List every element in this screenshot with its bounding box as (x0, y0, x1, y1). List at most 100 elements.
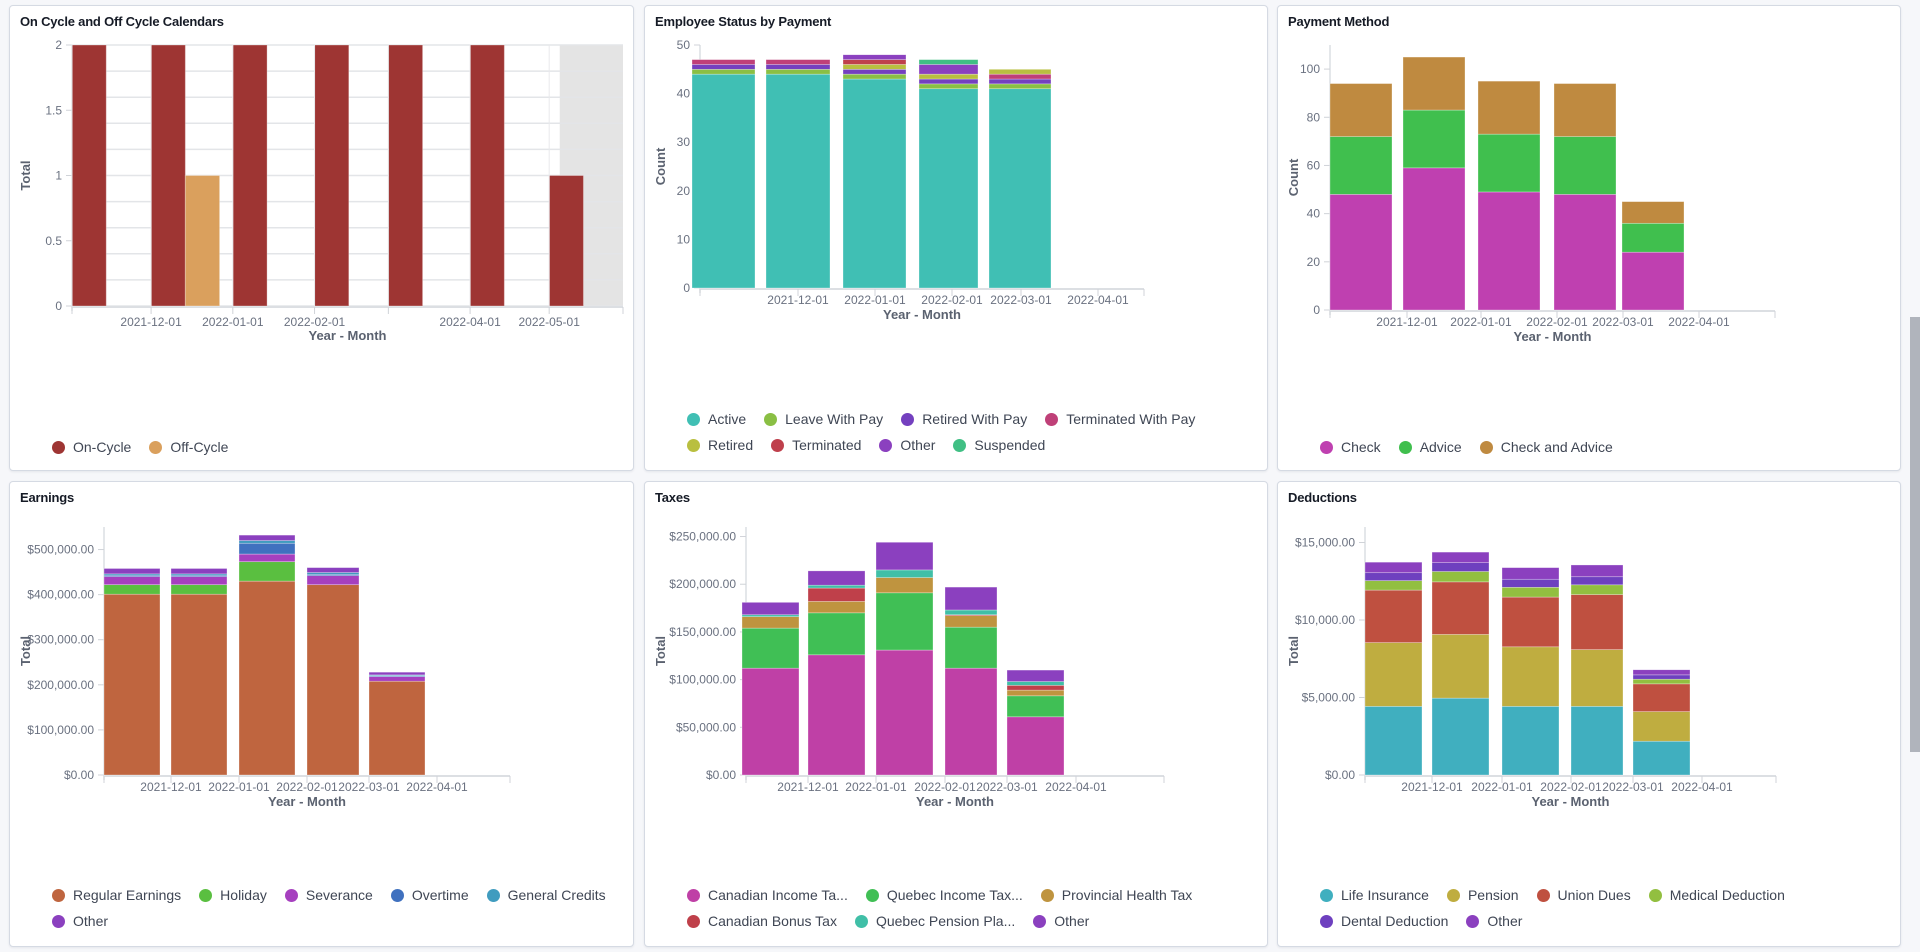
taxes-chart: $0.00 $50,000.00 $100,000.00 $150,000.00 $20… (653, 527, 1165, 809)
legend-item-regular-earnings[interactable]: Regular Earnings (52, 887, 181, 903)
legend-label: Active (708, 411, 747, 427)
legend-item-leave-with-pay[interactable]: Leave With Pay (764, 411, 883, 427)
legend-label: Canadian Bonus Tax (708, 913, 837, 929)
x-tick-label: 2022-03-01 (990, 293, 1052, 307)
legend-item-quebec-pension-pla[interactable]: Quebec Pension Pla... (854, 913, 1016, 929)
legend-label: Other (1487, 913, 1523, 929)
legend-item-suspended[interactable]: Suspended (953, 437, 1045, 453)
legend-item-medical-deduction[interactable]: Medical Deduction (1648, 887, 1785, 903)
legend-item-pension[interactable]: Pension (1446, 887, 1519, 903)
bar-segment-dental-deduction (1501, 578, 1560, 588)
legend-label: Off-Cycle (170, 439, 229, 455)
legend-swatch-icon (1320, 914, 1333, 928)
legend-item-advice[interactable]: Advice (1398, 439, 1462, 455)
y-tick-label: $100,000.00 (669, 673, 736, 687)
bar-segment-union-dues (1570, 594, 1624, 650)
legend-item-active[interactable]: Active (687, 411, 746, 427)
legend-item-off-cycle[interactable]: Off-Cycle (149, 439, 228, 455)
bar-segment-quebec-pension-pla (1006, 681, 1065, 686)
bar-segment-severance (170, 576, 228, 586)
bar-segment-pension (1570, 649, 1624, 707)
bar-segment-check (1621, 251, 1685, 311)
legend-label: Life Insurance (1341, 887, 1429, 903)
bar-segment-provincial-health-tax (807, 601, 866, 614)
plot-area: 0 0.5 1 1.5 2 2021-12-01 2022-01-01 2022-02-01 2… (18, 38, 624, 343)
bar-segment-medical-deduction (1364, 580, 1423, 591)
y-tick-label: 20 (1307, 255, 1321, 269)
x-tick-label: 2022-01-01 (208, 780, 270, 794)
y-tick-label: $50,000.00 (676, 720, 736, 734)
legend-item-life-insurance[interactable]: Life Insurance (1320, 887, 1429, 903)
bar-segment-active (691, 73, 756, 289)
y-tick-label: 30 (677, 135, 691, 149)
y-axis-title: Total (653, 636, 668, 666)
bar-segment-retired (918, 73, 979, 80)
legend-item-canadian-income-ta[interactable]: Canadian Income Ta... (687, 887, 848, 903)
bar-segment-retired-with-pay (765, 64, 831, 70)
bar-segment-other (103, 568, 161, 575)
legend-item-other[interactable]: Other (1033, 913, 1089, 929)
y-tick-label: $0.00 (706, 768, 736, 782)
legend-swatch-icon (771, 438, 785, 452)
y-tick-label: 40 (1307, 207, 1321, 221)
legend-item-check[interactable]: Check (1320, 439, 1381, 455)
legend-item-other[interactable]: Other (1466, 913, 1522, 929)
bar-segment-dental-deduction (1632, 674, 1691, 680)
chart-card-payment-method: Payment Method 0 20 40 60 80 100 2021-12-01 202… (1277, 5, 1901, 471)
y-tick-label: $100,000.00 (27, 723, 94, 737)
bar-segment-other (1501, 567, 1560, 580)
bar-segment-life-insurance (1501, 706, 1560, 776)
legend-item-general-credits[interactable]: General Credits (486, 887, 606, 903)
legend-item-severance[interactable]: Severance (284, 887, 373, 903)
x-axis-title: Year - Month (308, 328, 386, 343)
plot-area: $0.00 $100,000.00 $200,000.00 $300,000.00 $4… (18, 527, 511, 809)
bar-on-cycle (548, 175, 584, 307)
legend-item-overtime[interactable]: Overtime (390, 887, 469, 903)
legend-label: Quebec Pension Pla... (875, 913, 1016, 929)
legend-item-terminated-with-pay[interactable]: Terminated With Pay (1045, 411, 1195, 427)
page-scrollbar[interactable] (1910, 317, 1920, 752)
bar-segment-regular-earnings (306, 584, 360, 776)
legend-label: Canadian Income Ta... (708, 887, 848, 903)
x-axis-title: Year - Month (916, 794, 994, 809)
bar-segment-terminated-with-pay (691, 59, 756, 65)
bar-segment-regular-earnings (103, 593, 161, 776)
legend-item-canadian-bonus-tax[interactable]: Canadian Bonus Tax (687, 913, 837, 929)
legend-item-holiday[interactable]: Holiday (199, 887, 267, 903)
y-tick-label: $200,000.00 (669, 577, 736, 591)
legend-swatch-icon (1466, 914, 1480, 928)
legend-swatch-icon (486, 888, 500, 902)
y-tick-label: 0 (683, 281, 690, 295)
chart-card-deductions: Deductions $0.00 $5,000.00 $10,000.00 $15,0… (1277, 481, 1901, 947)
bar-segment-dental-deduction (1570, 576, 1624, 586)
x-tick-label: 2021-12-01 (140, 780, 202, 794)
legend-item-check-and-advice[interactable]: Check and Advice (1479, 439, 1613, 455)
legend-item-terminated[interactable]: Terminated (771, 437, 861, 453)
legend-item-other[interactable]: Other (879, 437, 935, 453)
legend-swatch-icon (687, 438, 700, 452)
legend-item-other[interactable]: Other (52, 913, 108, 929)
legend-item-quebec-income-tax[interactable]: Quebec Income Tax... (865, 887, 1023, 903)
legend-swatch-icon (1479, 440, 1493, 454)
legend-item-union-dues[interactable]: Union Dues (1536, 887, 1631, 903)
legend-item-provincial-health-tax[interactable]: Provincial Health Tax (1040, 887, 1192, 903)
deductions-chart: $0.00 $5,000.00 $10,000.00 $15,000.00 2021-1… (1286, 527, 1777, 809)
legend-swatch-icon (149, 440, 163, 454)
bar-segment-other (1570, 564, 1624, 578)
bar-segment-other (875, 541, 934, 571)
bar-segment-medical-deduction (1501, 586, 1560, 598)
legend-item-retired[interactable]: Retired (687, 437, 753, 453)
legend-item-on-cycle[interactable]: On-Cycle (52, 439, 131, 455)
legend-item-retired-with-pay[interactable]: Retired With Pay (901, 411, 1027, 427)
y-tick-label: 40 (677, 87, 691, 101)
bar-segment-medical-deduction (1431, 571, 1490, 583)
bar-on-cycle (387, 44, 424, 307)
x-tick-label: 2021-12-01 (767, 293, 829, 307)
bar-segment-holiday (170, 584, 228, 595)
bar-segment-leave-with-pay (765, 68, 831, 75)
legend-swatch-icon (1446, 888, 1460, 902)
bar-on-cycle (232, 44, 268, 307)
x-tick-label: 2022-04-01 (1067, 293, 1129, 307)
x-tick-label: 2021-12-01 (777, 780, 839, 794)
legend-item-dental-deduction[interactable]: Dental Deduction (1320, 913, 1448, 929)
